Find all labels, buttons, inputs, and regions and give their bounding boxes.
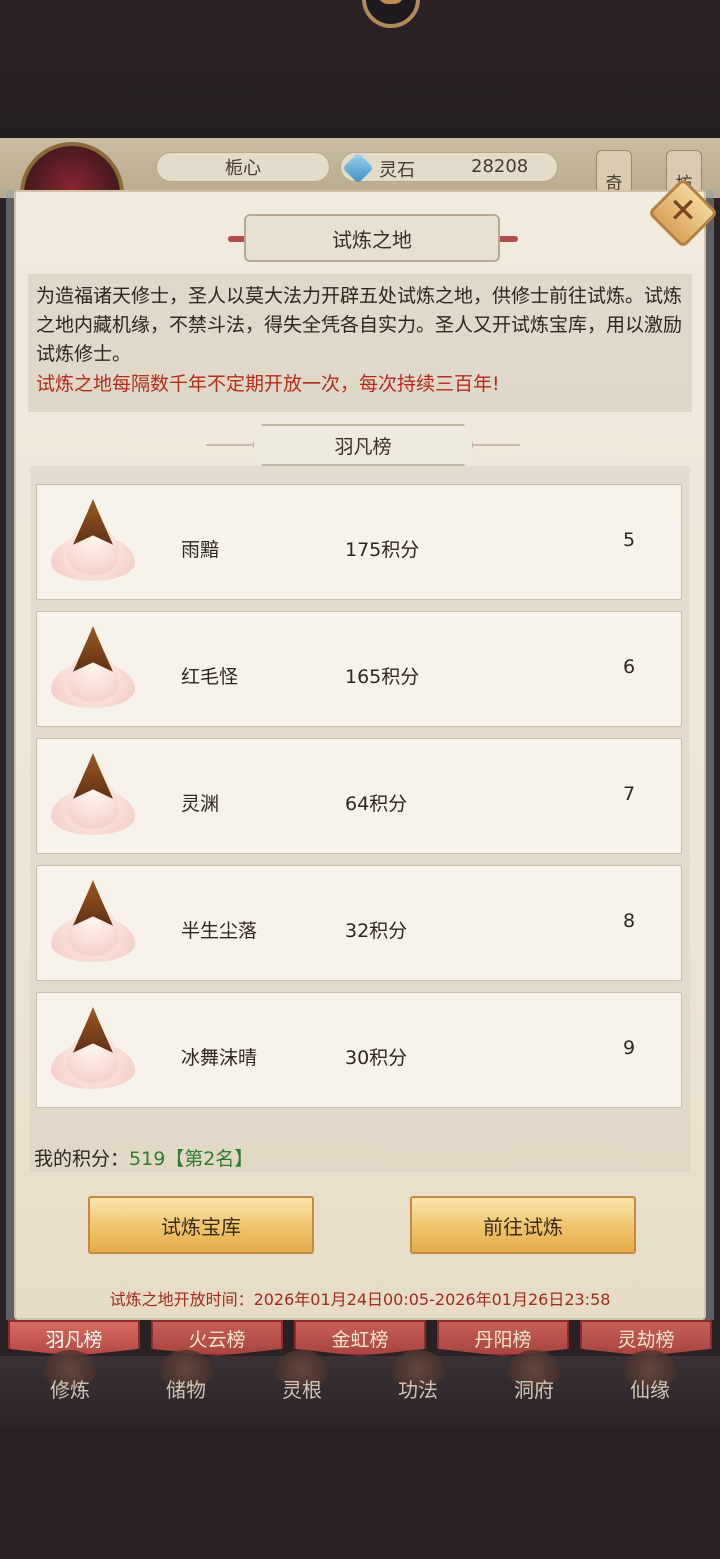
spirit-stone-icon [342, 152, 374, 184]
nav-cultivate[interactable]: 修炼 [30, 1374, 110, 1403]
tab-danyang[interactable]: 丹阳榜 [437, 1320, 569, 1356]
divider-right [474, 444, 520, 446]
ranking-row[interactable]: 灵渊 64积分 7 [36, 738, 682, 854]
ranking-row[interactable]: 冰舞沫晴 30积分 9 [36, 992, 682, 1108]
entry-rank: 8 [623, 910, 636, 932]
entry-score: 64积分 [345, 793, 408, 815]
notice-text: 试炼之地每隔数千年不定期开放一次，每次持续三百年! [36, 373, 500, 395]
ranking-row[interactable]: 雨黯 175积分 5 [36, 484, 682, 600]
bottom-area [0, 1426, 720, 1559]
entry-name: 红毛怪 [181, 666, 239, 688]
my-score: 我的积分：519【第2名】 [34, 1144, 253, 1171]
stone-label: 灵石 [379, 160, 415, 181]
stone-value: 28208 [471, 156, 529, 177]
nav-cave[interactable]: 洞府 [494, 1374, 574, 1403]
board-tabs: 羽凡榜 火云榜 金虹榜 丹阳榜 灵劫榜 [8, 1320, 714, 1356]
entry-name: 灵渊 [181, 793, 220, 815]
nav-spirit-root[interactable]: 灵根 [262, 1374, 342, 1403]
entry-rank: 7 [623, 783, 636, 805]
entry-rank: 5 [623, 529, 636, 551]
treasury-button[interactable]: 试炼宝库 [88, 1196, 314, 1254]
board-title: 羽凡榜 [252, 424, 474, 466]
entry-rank: 6 [623, 656, 636, 678]
entry-score: 165积分 [345, 666, 420, 688]
panel-title: 试炼之地 [244, 214, 500, 262]
entry-score: 175积分 [345, 539, 420, 561]
description-text: 为造福诸天修士，圣人以莫大法力开辟五处试炼之地，供修士前往试炼。试炼之地内藏机缘… [36, 285, 683, 365]
close-icon[interactable]: ✕ [658, 186, 708, 236]
nav-technique[interactable]: 功法 [378, 1374, 458, 1403]
entry-name: 雨黯 [181, 539, 220, 561]
entry-score: 30积分 [345, 1047, 408, 1069]
side-tab-qi[interactable]: 奇 [596, 150, 632, 194]
description-box: 为造福诸天修士，圣人以莫大法力开辟五处试炼之地，供修士前往试炼。试炼之地内藏机缘… [28, 274, 692, 412]
rank-avatar-icon [43, 1003, 143, 1099]
my-score-label: 我的积分： [34, 1148, 130, 1170]
rank-avatar-icon [43, 622, 143, 718]
go-trial-button[interactable]: 前往试炼 [410, 1196, 636, 1254]
rank-avatar-icon [43, 749, 143, 845]
entry-name: 冰舞沫晴 [181, 1047, 258, 1069]
player-name: 栀心 [156, 152, 330, 182]
entry-rank: 9 [623, 1037, 636, 1059]
rank-avatar-icon [43, 876, 143, 972]
entry-score: 32积分 [345, 920, 408, 942]
nav-storage[interactable]: 储物 [146, 1374, 226, 1403]
top-bar [0, 0, 720, 140]
ranking-row[interactable]: 红毛怪 165积分 6 [36, 611, 682, 727]
ranking-row[interactable]: 半生尘落 32积分 8 [36, 865, 682, 981]
entry-name: 半生尘落 [181, 920, 258, 942]
tab-jinhong[interactable]: 金虹榜 [294, 1320, 426, 1356]
my-rank: 【第2名】 [165, 1148, 254, 1170]
emblem-inner [378, 0, 404, 4]
rank-avatar-icon [43, 495, 143, 591]
my-score-value: 519 [129, 1148, 166, 1170]
divider-left [206, 444, 252, 446]
nav-fate[interactable]: 仙缘 [610, 1374, 690, 1403]
open-time: 试炼之地开放时间：2026年01月24日00:05-2026年01月26日23:… [109, 1290, 611, 1309]
tab-huoyun[interactable]: 火云榜 [151, 1320, 283, 1356]
spirit-stone-counter: 灵石 28208 [340, 152, 558, 184]
